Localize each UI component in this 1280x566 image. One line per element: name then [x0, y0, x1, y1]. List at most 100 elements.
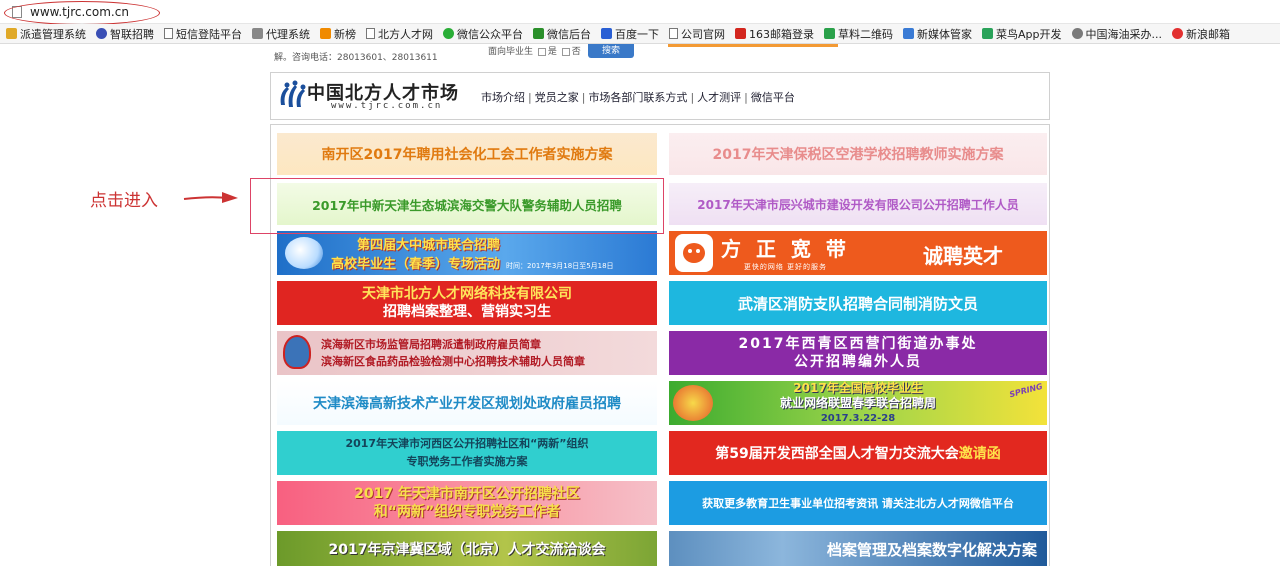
bookmark-label: 派遣管理系统: [20, 27, 86, 41]
banner-text: 公开招聘编外人员: [794, 354, 922, 370]
bookmark-item[interactable]: 新榜: [320, 26, 356, 42]
banner-text: 招聘档案整理、营销实习生: [383, 304, 551, 320]
main-nav: 市场介绍 | 党员之家 | 市场各部门联系方式 | 人才测评 | 微信平台: [481, 89, 795, 105]
nav-wechat[interactable]: 微信平台: [751, 91, 795, 104]
globe-icon: [96, 28, 107, 39]
banner-text: 档案管理及档案数字化解决方案: [826, 540, 1037, 559]
banner-text: 诚聘英才: [923, 244, 1003, 268]
bookmark-label: 163邮箱登录: [749, 27, 814, 41]
banner-text: 高校毕业生（春季）专场活动: [331, 257, 501, 272]
loading-icon: [252, 28, 263, 39]
bookmark-item[interactable]: 新浪邮箱: [1172, 26, 1230, 42]
banner-graduate-spring[interactable]: SPRING 2017年全国高校毕业生 就业网络联盟春季联合招聘周 2017.3…: [669, 381, 1047, 425]
search-button[interactable]: 搜索: [588, 44, 634, 58]
banner-spring-word: SPRING: [1008, 381, 1044, 400]
banner-binhai-market[interactable]: 滨海新区市场监管局招聘派遣制政府雇员简章 滨海新区食品药品检验检测中心招聘技术辅…: [277, 331, 657, 375]
banner-text: 2017年天津市河西区公开招聘社区和“两新”组织: [345, 437, 589, 450]
graduate-question-label: 面向毕业生: [488, 47, 534, 57]
banner-nankai-union[interactable]: 南开区2017年聘用社会化工会工作者实施方案: [277, 133, 657, 175]
founder-logo-icon: [675, 234, 713, 272]
bookmark-label: 智联招聘: [110, 27, 154, 41]
banner-binhai-hitech[interactable]: 天津滨海高新技术产业开发区规划处政府雇员招聘: [277, 381, 657, 425]
oil-icon: [1071, 28, 1083, 39]
banner-highlight-text: 邀请函: [958, 446, 1001, 462]
banner-job-fair[interactable]: 第四届大中城市联合招聘 高校毕业生（春季）专场活动 时间：2017年3月18日至…: [277, 231, 657, 275]
no-checkbox[interactable]: [561, 47, 570, 56]
nav-assessment[interactable]: 人才测评: [697, 91, 741, 104]
annotation-arrow-icon: [183, 192, 238, 203]
banner-wuqing-fire[interactable]: 武清区消防支队招聘合同制消防文员: [669, 281, 1047, 325]
nav-market-intro[interactable]: 市场介绍: [481, 91, 525, 104]
annotation-click-enter: 点击进入: [90, 191, 158, 211]
banner-time: 时间：2017年3月18日至5月18日: [506, 262, 614, 270]
page-icon: [164, 28, 173, 39]
banner-slogan: 更快的网络 更好的服务: [743, 263, 828, 271]
no-label: 否: [571, 47, 581, 57]
bookmark-item[interactable]: 微信后台: [533, 26, 591, 42]
url-highlight-circle: [4, 1, 160, 25]
banner-text: 就业网络联盟春季联合招聘周: [779, 395, 936, 410]
banner-text: 获取更多教育卫生事业单位招考资讯 请关注北方人才网微信平台: [702, 497, 1014, 510]
nav-contacts[interactable]: 市场各部门联系方式: [588, 91, 687, 104]
bookmark-label: 百度一下: [615, 27, 659, 41]
bookmark-item[interactable]: 短信登陆平台: [164, 26, 242, 42]
banner-wechat-follow[interactable]: 获取更多教育卫生事业单位招考资讯 请关注北方人才网微信平台: [669, 481, 1047, 525]
banner-text: 2017年天津市辰兴城市建设开发有限公司公开招聘工作人员: [697, 197, 1019, 212]
banner-baoshui-teachers[interactable]: 2017年天津保税区空港学校招聘教师实施方案: [669, 133, 1047, 175]
banner-text: 天津市北方人才网络科技有限公司: [362, 286, 572, 302]
banner-date: 2017.3.22-28: [820, 412, 896, 424]
folder-icon: [6, 28, 17, 39]
banner-jingjinji-fair[interactable]: 2017年京津冀区域（北京）人才交流洽谈会: [277, 531, 657, 566]
banner-nankai-community[interactable]: 2017 年天津市南开区公开招聘社区 和“两新”组织专职党务工作者: [277, 481, 657, 525]
paw-icon: [601, 28, 612, 39]
bookmark-item[interactable]: 代理系统: [252, 26, 310, 42]
bookmark-item[interactable]: 派遣管理系统: [6, 26, 86, 42]
emblem-icon: [283, 335, 311, 369]
nav-party-home[interactable]: 党员之家: [535, 91, 579, 104]
banner-hexi-party[interactable]: 2017年天津市河西区公开招聘社区和“两新”组织 专职党务工作者实施方案: [277, 431, 657, 475]
banner-text: 天津滨海高新技术产业开发区规划处政府雇员招聘: [313, 396, 621, 412]
banner-text: 滨海新区食品药品检验检测中心招聘技术辅助人员简章: [321, 355, 585, 368]
bookmark-label: 新浪邮箱: [1186, 27, 1230, 41]
bookmark-item[interactable]: 百度一下: [601, 26, 659, 42]
banner-founder-broadband[interactable]: 方 正 宽 带 更快的网络 更好的服务 诚聘英才: [669, 231, 1047, 275]
bookmark-label: 草料二维码: [838, 27, 893, 41]
bookmark-label: 微信公众平台: [457, 27, 523, 41]
banner-archive-digitization[interactable]: 档案管理及档案数字化解决方案: [669, 531, 1047, 566]
bookmark-item[interactable]: 智联招聘: [96, 26, 154, 42]
address-bar[interactable]: www.tjrc.com.cn: [0, 0, 1280, 25]
bookmark-item[interactable]: 微信公众平台: [443, 26, 523, 42]
banner-xiqing[interactable]: 2017年西青区西营门街道办事处 公开招聘编外人员: [669, 331, 1047, 375]
banner-text: 2017年天津保税区空港学校招聘教师实施方案: [712, 147, 1004, 163]
banner-west-talent[interactable]: 第59届开发西部全国人才智力交流大会 邀请函: [669, 431, 1047, 475]
bookmark-item[interactable]: 草料二维码: [824, 26, 893, 42]
banner-text: 2017年全国高校毕业生: [793, 381, 923, 395]
header-logo-bar: 中国北方人才市场 www.tjrc.com.cn 市场介绍 | 党员之家 | 市场各部门…: [270, 72, 1050, 120]
banner-text: 南开区2017年聘用社会化工会工作者实施方案: [321, 147, 613, 163]
banner-text: 第四届大中城市联合招聘: [357, 238, 501, 253]
bookmark-item[interactable]: 菜鸟App开发: [982, 26, 1062, 42]
bookmark-item[interactable]: 163邮箱登录: [735, 26, 814, 42]
leaf-icon: [533, 28, 544, 39]
bookmark-item[interactable]: 新媒体管家: [903, 26, 972, 42]
p-icon: [903, 28, 914, 39]
yes-checkbox[interactable]: [537, 47, 546, 56]
banner-text: 滨海新区市场监管局招聘派遣制政府雇员简章: [321, 338, 541, 351]
bookmark-item[interactable]: 中国海油采办...: [1071, 26, 1162, 42]
bookmark-label: 菜鸟App开发: [996, 27, 1062, 41]
grid-icon: [824, 28, 835, 39]
wechat-icon: [443, 28, 454, 39]
banner-chenxing[interactable]: 2017年天津市辰兴城市建设开发有限公司公开招聘工作人员: [669, 183, 1047, 225]
banner-text: 2017年京津冀区域（北京）人才交流洽谈会: [328, 542, 606, 558]
bookmarks-bar: 派遣管理系统 智联招聘 短信登陆平台 代理系统 新榜 北方人才网 微信公众平台 微信后台 百度一…: [0, 24, 1280, 44]
banner-text: 2017 年天津市南开区公开招聘社区: [354, 486, 580, 502]
spring-logo-icon: [673, 385, 713, 421]
banner-beifang-network[interactable]: 天津市北方人才网络科技有限公司 招聘档案整理、营销实习生: [277, 281, 657, 325]
yes-label: 是: [547, 47, 557, 57]
banner-text: 和“两新”组织专职党务工作者: [373, 504, 561, 520]
nav-separator: |: [581, 91, 586, 104]
bookmark-item[interactable]: 北方人才网: [366, 26, 433, 42]
banner-subline: 高校毕业生（春季）专场活动 时间：2017年3月18日至5月18日: [331, 253, 614, 272]
bookmark-item[interactable]: 公司官网: [669, 26, 725, 42]
banner-text: 第59届开发西部全国人才智力交流大会: [715, 446, 959, 462]
